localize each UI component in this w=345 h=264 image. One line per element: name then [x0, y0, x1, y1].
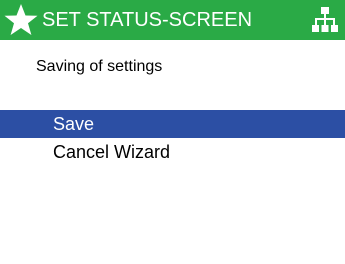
- title-bar: SET STATUS-SCREEN: [0, 0, 345, 40]
- save-option[interactable]: Save: [0, 110, 345, 138]
- options-menu: Save Cancel Wizard: [0, 110, 345, 166]
- cancel-wizard-option[interactable]: Cancel Wizard: [0, 138, 345, 166]
- network-tree-icon[interactable]: [312, 6, 338, 34]
- screen-title: SET STATUS-SCREEN: [42, 9, 253, 31]
- wizard-screen: SET STATUS-SCREEN Saving of settings Sav…: [0, 0, 345, 264]
- star-icon: [4, 4, 38, 35]
- prompt-text: Saving of settings: [36, 58, 163, 75]
